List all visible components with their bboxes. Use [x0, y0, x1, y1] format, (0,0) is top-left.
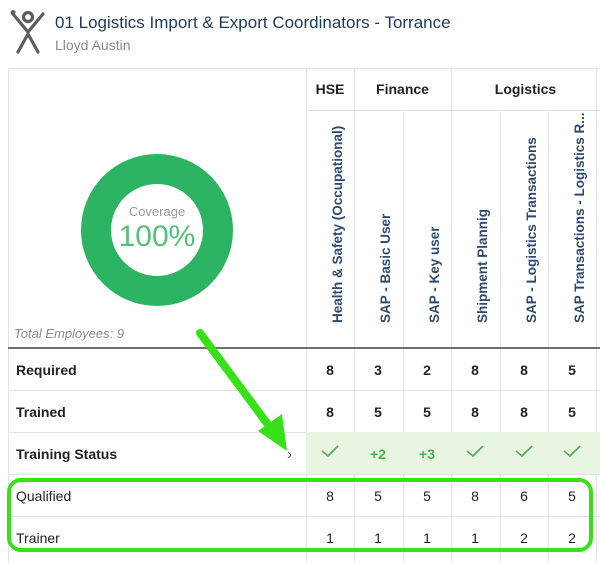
row-label-required: Required — [16, 362, 77, 378]
page-subtitle: Lloyd Austin — [55, 37, 131, 53]
page-title: 01 Logistics Import & Export Coordinator… — [55, 13, 451, 32]
coverage-donut-center: Coverage 100% — [111, 184, 203, 276]
coverage-donut: Coverage 100% — [81, 154, 233, 306]
row-label-training-status: Training Status — [16, 446, 118, 462]
trained-cell: 8 — [326, 404, 334, 420]
column-header-label: SAP - Key user — [427, 226, 442, 323]
trained-cell: 8 — [520, 404, 528, 420]
chevron-right-icon[interactable]: › — [287, 446, 292, 463]
required-cell: 3 — [374, 362, 382, 378]
check-icon — [321, 445, 339, 458]
required-cell: 8 — [520, 362, 528, 378]
column-header[interactable]: Shipment Plannig — [451, 110, 499, 348]
trained-cell: 5 — [568, 404, 576, 420]
trained-cell: 5 — [423, 404, 431, 420]
column-header-label: SAP - Logistics Transactions — [524, 137, 539, 323]
row-divider — [8, 390, 600, 391]
trained-cell: 5 — [374, 404, 382, 420]
training-status-cell[interactable] — [548, 444, 596, 461]
highlight-box — [7, 478, 593, 552]
coverage-label: Coverage — [128, 204, 186, 219]
training-status-cell[interactable]: +3 — [403, 446, 451, 462]
required-cell: 5 — [568, 362, 576, 378]
training-status-cell[interactable] — [306, 444, 354, 461]
required-cell: 8 — [471, 362, 479, 378]
training-status-cell[interactable] — [451, 444, 499, 461]
column-header-label: SAP - Basic User — [378, 213, 393, 323]
column-header[interactable]: SAP Transactions - Logistics R... — [548, 110, 596, 348]
column-header[interactable]: SAP - Basic User — [354, 110, 402, 348]
header-divider — [8, 347, 600, 349]
person-x-logo-icon — [10, 10, 45, 54]
check-icon — [515, 445, 533, 458]
required-cell: 8 — [326, 362, 334, 378]
training-status-cell[interactable]: +2 — [354, 446, 402, 462]
check-icon — [563, 445, 581, 458]
page-header: 01 Logistics Import & Export Coordinator… — [0, 0, 600, 68]
coverage-card: Coverage 100% Total Employees: 9 — [8, 68, 306, 348]
grid-line — [596, 68, 597, 562]
column-header-label: Health & Safety (Occupational) — [330, 125, 345, 323]
column-header-label: SAP Transactions - Logistics R... — [572, 112, 587, 323]
column-header[interactable]: SAP - Logistics Transactions — [500, 110, 548, 348]
required-cell: 2 — [423, 362, 431, 378]
coverage-value: 100% — [118, 220, 196, 253]
total-employees: Total Employees: 9 — [14, 326, 125, 341]
row-label-trained: Trained — [16, 404, 66, 420]
row-divider — [8, 474, 600, 475]
column-header[interactable]: Health & Safety (Occupational) — [306, 110, 354, 348]
check-icon — [466, 445, 484, 458]
training-status-cell[interactable] — [500, 444, 548, 461]
trained-cell: 8 — [471, 404, 479, 420]
column-header-label: Shipment Plannig — [475, 208, 490, 323]
column-header[interactable]: SAP - Key user — [403, 110, 451, 348]
